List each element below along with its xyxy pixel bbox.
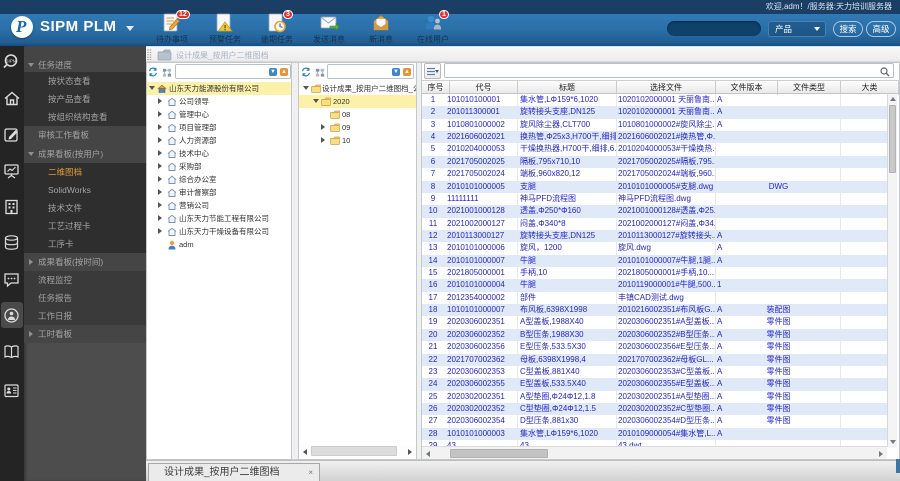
- svg-text:SIPM: SIPM: [5, 59, 16, 64]
